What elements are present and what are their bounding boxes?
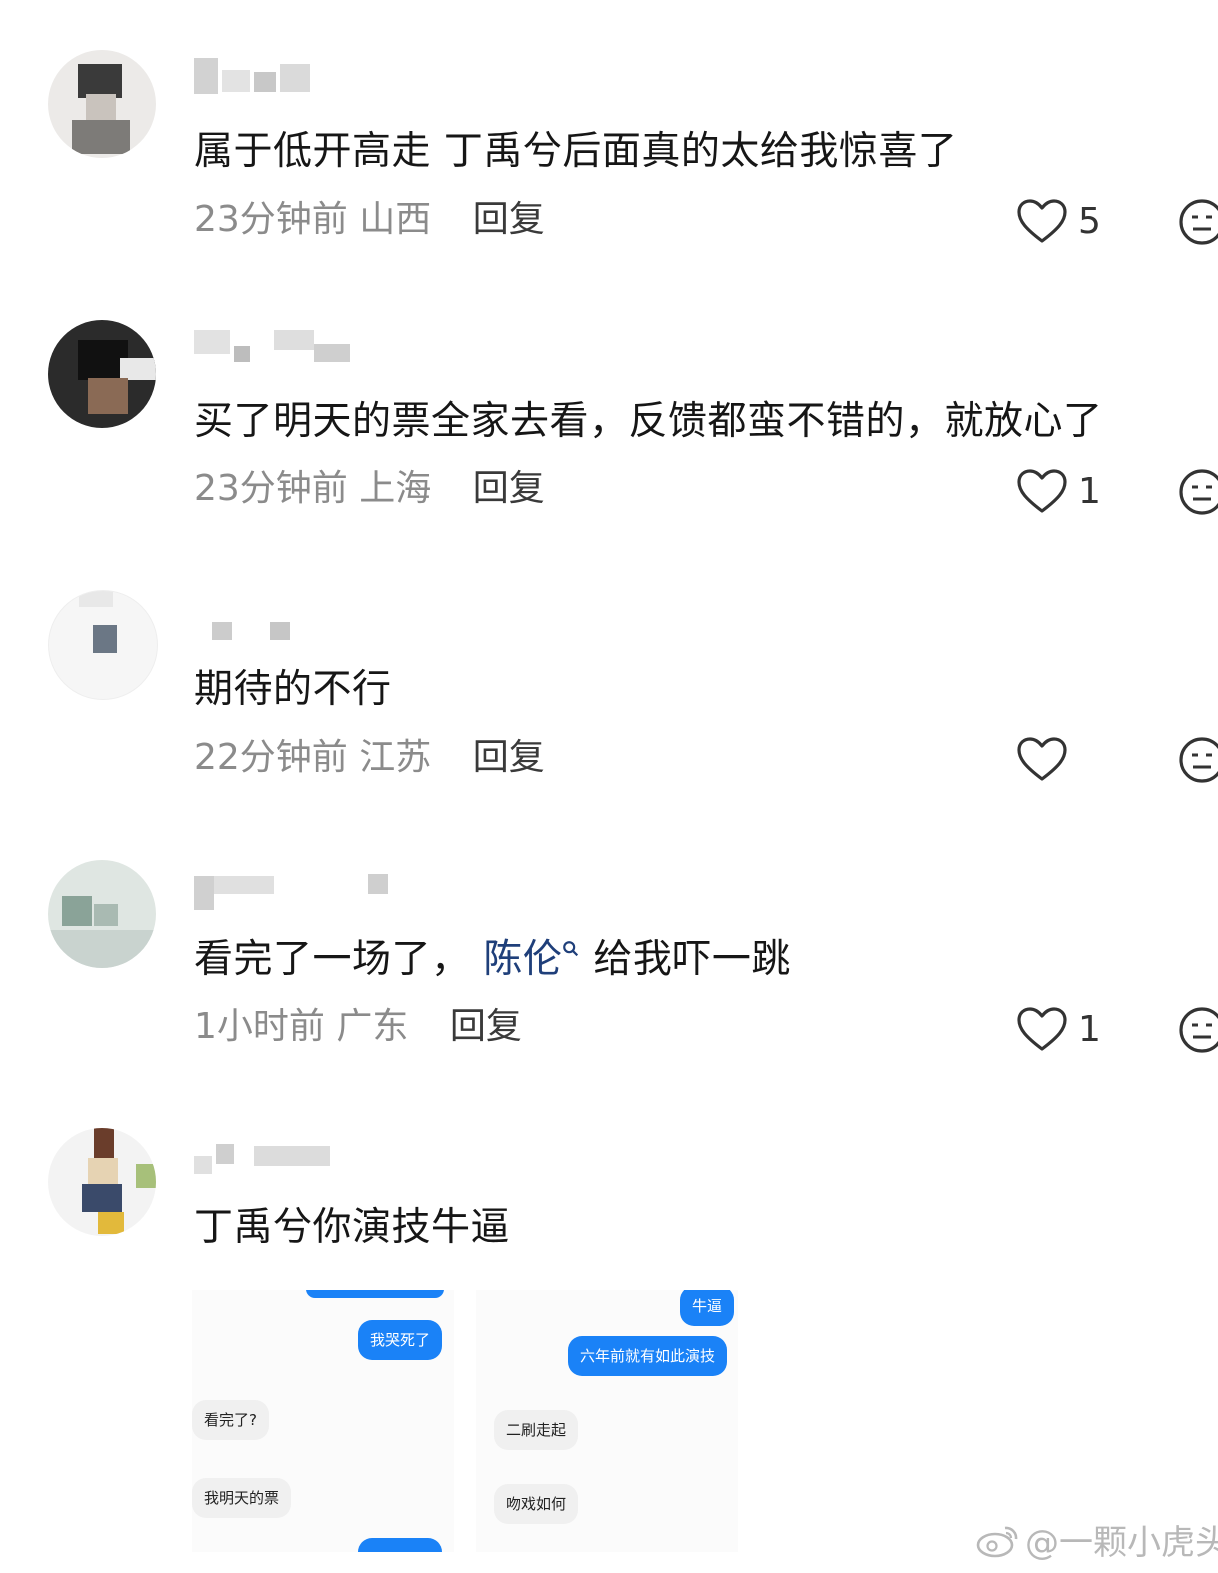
like-button[interactable] [1016, 736, 1078, 782]
comment-location: 广东 [336, 1006, 409, 1047]
comment-text-part: 看完了一场了， [194, 937, 471, 982]
heart-icon [1017, 737, 1067, 781]
dislike-face-icon[interactable] [1178, 736, 1218, 784]
comment-time: 22分钟前 [194, 737, 348, 778]
watermark: @一颗小虎头 [975, 1515, 1218, 1564]
comment-time: 1小时前 [194, 1006, 325, 1047]
comment-text: 属于低开高走 丁禹兮后面真的太给我惊喜了 [194, 129, 958, 174]
heart-icon [1017, 1007, 1067, 1051]
like-count: 1 [1078, 470, 1101, 512]
mention-link[interactable]: 陈伦 [483, 937, 580, 982]
mention-name: 陈伦 [483, 937, 563, 982]
chat-bubble: 吻戏如何 [494, 1484, 579, 1524]
search-icon [563, 941, 579, 957]
reply-button[interactable]: 回复 [473, 468, 545, 509]
attached-image-right[interactable]: 牛逼 六年前就有如此演技 二刷走起 吻戏如何 [476, 1290, 738, 1552]
comment-text: 买了明天的票全家去看，反馈都蛮不错的，就放心了 [194, 399, 1103, 444]
chat-bubble: 二刷走起 [494, 1410, 579, 1450]
like-count: 1 [1078, 1008, 1101, 1050]
chat-bubble: 六年前就有如此演技 [568, 1336, 728, 1376]
chat-bubble: 我哭死了 [358, 1320, 443, 1360]
like-button[interactable]: 1 [1016, 1006, 1101, 1052]
avatar[interactable] [48, 590, 158, 700]
chat-bubble [358, 1538, 442, 1552]
chat-bubble [306, 1290, 444, 1298]
attached-image-left[interactable]: 我哭死了 看完了? 我明天的票 [192, 1290, 454, 1552]
comment-text-part: 给我吓一跳 [593, 937, 791, 982]
chat-bubble: 看完了? [192, 1400, 269, 1440]
comment-text: 看完了一场了， 陈伦 给我吓一跳 [194, 936, 791, 984]
avatar[interactable] [48, 50, 156, 158]
dislike-face-icon[interactable] [1178, 1006, 1218, 1054]
comment-meta: 1小时前 广东 回复 [194, 1005, 522, 1049]
avatar[interactable] [48, 1128, 156, 1236]
watermark-text: @一颗小虎头 [1025, 1523, 1218, 1563]
comment-time: 23分钟前 [194, 199, 348, 240]
comment-text: 期待的不行 [194, 667, 392, 712]
dislike-face-icon[interactable] [1178, 198, 1218, 246]
reply-button[interactable]: 回复 [473, 199, 545, 240]
reply-button[interactable]: 回复 [450, 1006, 522, 1047]
comment-location: 山西 [359, 199, 432, 240]
dislike-face-icon[interactable] [1178, 468, 1218, 516]
comment-location: 上海 [359, 468, 432, 509]
heart-icon [1017, 469, 1067, 513]
chat-bubble: 我明天的票 [192, 1478, 292, 1518]
like-button[interactable]: 5 [1016, 198, 1101, 244]
comment-time: 23分钟前 [194, 468, 348, 509]
avatar[interactable] [48, 860, 156, 968]
comment-location: 江苏 [359, 737, 432, 778]
comment-meta: 22分钟前 江苏 回复 [194, 736, 545, 780]
comment-meta: 23分钟前 上海 回复 [194, 467, 545, 511]
avatar[interactable] [48, 320, 156, 428]
chat-bubble: 牛逼 [680, 1290, 735, 1326]
reply-button[interactable]: 回复 [473, 737, 545, 778]
heart-icon [1017, 199, 1067, 243]
comment-text: 丁禹兮你演技牛逼 [194, 1205, 511, 1250]
like-count: 5 [1078, 200, 1101, 242]
comment-meta: 23分钟前 山西 回复 [194, 198, 545, 242]
like-button[interactable]: 1 [1016, 468, 1101, 514]
weibo-logo-icon [976, 1526, 1018, 1557]
